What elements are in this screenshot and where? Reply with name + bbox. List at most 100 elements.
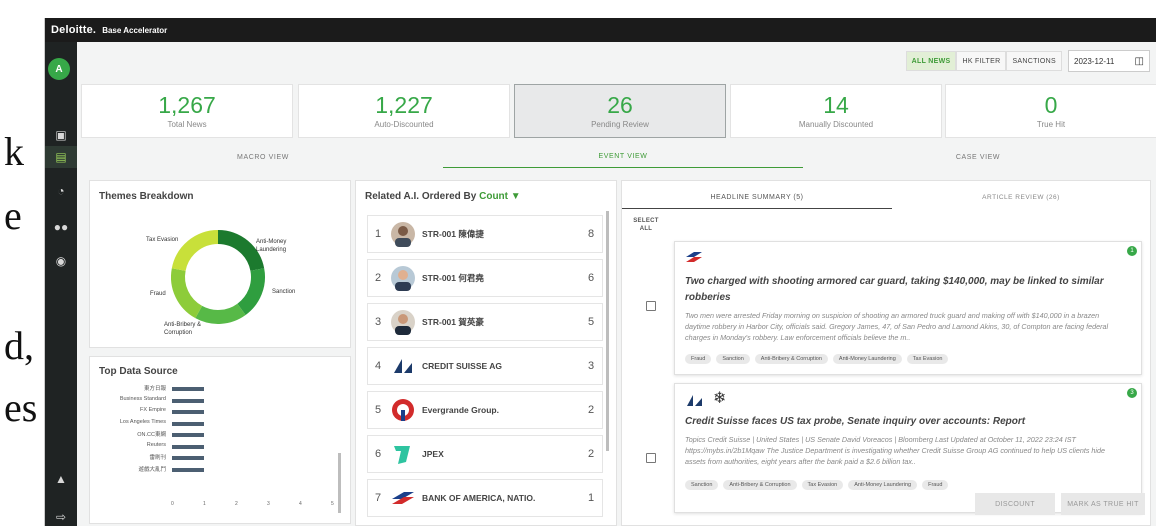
stat-true-hit[interactable]: 0 True Hit	[945, 84, 1156, 138]
donut-segment[interactable]	[237, 268, 265, 316]
filter-sanctions-button[interactable]: SANCTIONS	[1006, 51, 1062, 71]
related-item[interactable]: 1 STR-001 陳偉捷 8	[367, 215, 603, 253]
data-source-label: 遊戲大亂鬥	[138, 466, 166, 473]
logout-icon[interactable]: ⇨	[45, 506, 77, 526]
donut-segment[interactable]	[195, 303, 246, 324]
related-count: 2	[587, 448, 595, 460]
order-by-value: Count	[479, 191, 508, 202]
donut-segment[interactable]	[171, 268, 203, 319]
card-title[interactable]: Two charged with shooting armored car gu…	[685, 274, 1115, 306]
data-source-label: Business Standard	[119, 395, 166, 402]
stat-manually-discounted[interactable]: 14 Manually Discounted	[730, 84, 942, 138]
card-tags: Fraud Sanction Anti-Bribery & Corruption…	[685, 354, 949, 364]
filter-hk-button[interactable]: HK FILTER	[956, 51, 1007, 71]
related-item[interactable]: 6 JPEX 2	[367, 435, 603, 473]
tab-event-view[interactable]: EVENT VIEW	[443, 146, 803, 168]
tag: Sanction	[716, 354, 750, 364]
card-tags: Sanction Anti-Bribery & Corruption Tax E…	[685, 480, 949, 490]
data-source-label: 雷刷刊	[149, 455, 166, 461]
related-item[interactable]: 2 STR-001 何君堯 6	[367, 259, 603, 297]
donut-segment[interactable]	[171, 230, 219, 272]
page-fragment-line: es	[4, 385, 38, 430]
person-photo-icon	[388, 308, 418, 336]
related-item[interactable]: 3 STR-001 賀英豪 5	[367, 303, 603, 341]
data-source-bar[interactable]	[172, 444, 204, 449]
related-index: 6	[374, 448, 382, 460]
page-fragment-line: e	[4, 193, 22, 238]
filter-all-news-button[interactable]: ALL NEWS	[905, 51, 957, 71]
target-icon[interactable]: ◉	[45, 250, 77, 272]
dashboard-icon[interactable]: ▤	[45, 146, 77, 168]
data-source-panel: Top Data Source 東方日報 Business Standard FX …	[89, 356, 351, 524]
order-by-dropdown[interactable]: Count ▼	[479, 191, 521, 202]
data-source-label: ON.CC東網	[137, 432, 166, 438]
data-source-bar[interactable]	[172, 410, 204, 414]
sails-logo-icon	[685, 392, 705, 413]
sidebar: A ▣ ▤ ◔ ●● ◉ ▲ ⇨	[45, 42, 77, 526]
stat-auto-discounted[interactable]: 1,227 Auto-Discounted	[298, 84, 510, 138]
tab-headline-summary[interactable]: HEADLINE SUMMARY (5)	[622, 187, 892, 209]
stat-value: 1,227	[375, 92, 433, 118]
related-item[interactable]: 5 Evergrande Group. 2	[367, 391, 603, 429]
donut-segment[interactable]	[217, 230, 265, 272]
data-source-bar[interactable]	[172, 467, 204, 472]
related-item[interactable]: 4 CREDIT SUISSE AG 3	[367, 347, 603, 385]
related-item[interactable]: 7 BANK OF AMERICA, NATIO. 1	[367, 479, 603, 517]
tag: Anti-Money Laundering	[848, 480, 918, 490]
tab-macro-view[interactable]: MACRO VIEW	[83, 146, 443, 168]
tag: Anti-Bribery & Corruption	[723, 480, 797, 490]
related-name: STR-001 何君堯	[422, 273, 484, 283]
stat-pending-review[interactable]: 26 Pending Review	[514, 84, 726, 138]
theme-label-anti-money-laundering: Anti-Money Laundering	[256, 239, 287, 253]
related-count: 8	[587, 228, 595, 240]
cube-icon[interactable]: ▣	[45, 124, 77, 146]
flag-logo-icon	[685, 250, 703, 269]
data-source-tick: 5	[331, 501, 334, 507]
data-source-bar[interactable]	[172, 387, 204, 391]
discount-button[interactable]: DISCOUNT	[975, 493, 1055, 515]
data-source-tick: 2	[235, 501, 238, 507]
calendar-icon[interactable]: ◫	[1135, 56, 1144, 67]
data-source-bar[interactable]	[172, 421, 204, 426]
related-count: 6	[587, 272, 595, 284]
data-source-scrollbar[interactable]	[338, 453, 341, 513]
data-source-bar[interactable]	[172, 398, 204, 403]
headline-checkbox[interactable]	[646, 301, 656, 311]
stat-label: Auto-Discounted	[374, 120, 434, 129]
sails-logo-icon	[388, 352, 418, 380]
data-source-label: FX Empire	[140, 407, 166, 413]
stat-total-news[interactable]: 1,267 Total News	[81, 84, 293, 138]
flag-logo-icon	[388, 484, 418, 512]
theme-label-sanction: Sanction	[272, 289, 296, 295]
theme-label-tax-evasion: Tax Evasion	[146, 237, 179, 243]
related-name: BANK OF AMERICA, NATIO.	[422, 493, 536, 503]
data-source-label: Los Angeles Times	[119, 418, 166, 425]
avatar[interactable]: A	[48, 58, 70, 80]
headline-panel: HEADLINE SUMMARY (5) ARTICLE REVIEW (26)…	[621, 180, 1151, 526]
related-index: 2	[374, 272, 382, 284]
date-picker[interactable]: 2023-12-11 ◫	[1068, 50, 1150, 72]
stat-value: 14	[823, 92, 849, 118]
related-panel: Related A.I. Ordered By Count ▼ 1 STR-00…	[355, 180, 617, 526]
theme-label-anti-bribery: Anti-Bribery & Corruption	[164, 322, 202, 336]
data-source-label: Reuters	[146, 441, 166, 448]
people-icon[interactable]: ●●	[45, 216, 77, 238]
card-title[interactable]: Credit Suisse faces US tax probe, Senate…	[685, 414, 1115, 430]
tag: Anti-Money Laundering	[832, 354, 902, 364]
tab-case-view[interactable]: CASE VIEW	[803, 146, 1153, 168]
related-count: 3	[587, 360, 595, 372]
related-name: JPEX	[422, 449, 444, 459]
data-source-tick: 3	[267, 501, 270, 507]
tab-article-review[interactable]: ARTICLE REVIEW (26)	[892, 187, 1150, 209]
mark-true-hit-button[interactable]: MARK AS TRUE HIT	[1061, 493, 1145, 515]
related-title: Related A.I. Ordered By Count ▼	[365, 191, 521, 202]
headline-checkbox[interactable]	[646, 453, 656, 463]
paint-bucket-icon[interactable]: ▲	[45, 468, 77, 490]
related-scrollbar[interactable]	[606, 211, 609, 451]
clock-check-icon[interactable]: ◔	[45, 180, 77, 202]
stat-value: 0	[1044, 92, 1058, 118]
select-all-label[interactable]: SELECT ALL	[630, 217, 662, 233]
headline-card[interactable]: 1 Two charged with shooting armored car …	[674, 241, 1142, 375]
data-source-bar[interactable]	[172, 456, 204, 460]
data-source-bar[interactable]	[172, 433, 204, 437]
